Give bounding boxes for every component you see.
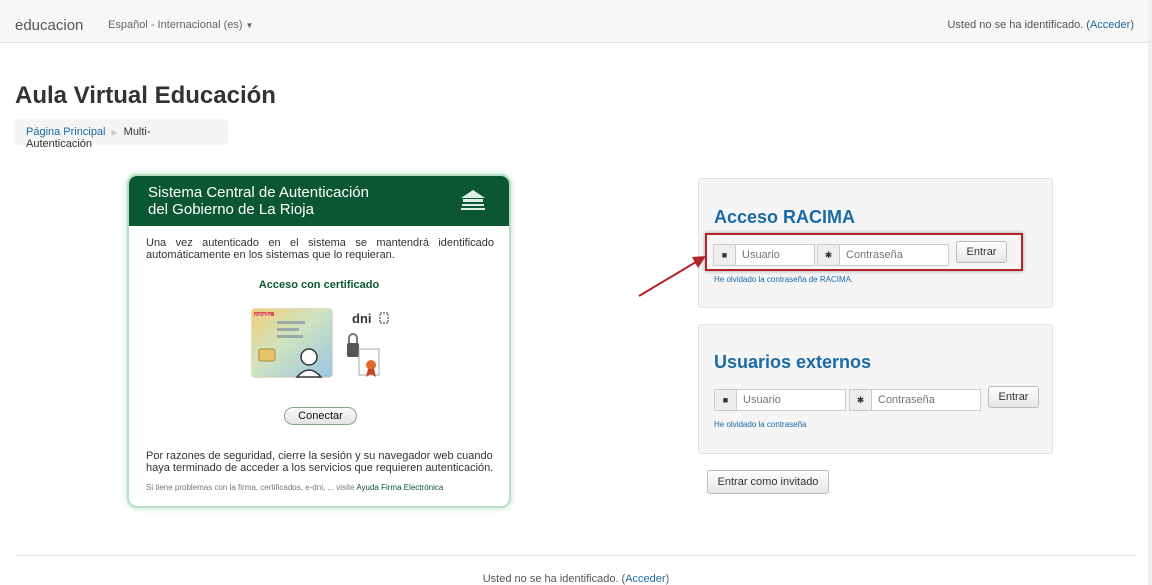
external-forgot-password-link[interactable]: He olvidado la contraseña — [714, 420, 807, 429]
cas-header: Sistema Central de Autenticación del Gob… — [129, 176, 509, 226]
external-username-input[interactable] — [737, 390, 845, 410]
guest-login-button[interactable]: Entrar como invitado — [707, 470, 829, 494]
rioja-logo-icon — [461, 190, 485, 210]
cas-security-note: Por razones de seguridad, cierre la sesi… — [146, 450, 494, 474]
highlight-box — [705, 233, 1023, 271]
racima-heading: Acceso RACIMA — [714, 207, 856, 227]
user-icon: ■ — [715, 390, 737, 410]
footer-login-suffix: ) — [665, 573, 670, 585]
cas-help-text: Si tiene problemas con la firma, certifi… — [146, 483, 357, 492]
login-info-suffix: ) — [1130, 19, 1134, 31]
breadcrumb-home-link[interactable]: Página Principal — [26, 126, 106, 138]
footer-login-text: Usted no se ha identificado. ( — [482, 573, 626, 585]
breadcrumb: Página Principal ▶ Multi-Autenticación — [14, 119, 228, 150]
login-link[interactable]: Acceder — [1090, 19, 1130, 31]
footer-login-info: Usted no se ha identificado. (Acceder) — [0, 573, 1152, 585]
asterisk-icon: ✱ — [850, 390, 872, 410]
cas-intro-text: Una vez autenticado en el sistema se man… — [146, 237, 494, 261]
card-label: ESPAÑA — [255, 312, 271, 317]
login-info: Usted no se ha identificado. (Acceder) — [947, 19, 1134, 31]
cas-certificate-title: Acceso con certificado — [258, 279, 380, 291]
navbar: educacion Español - Internacional (es) ▼ … — [0, 0, 1152, 43]
external-login-panel: Usuarios externos ■ ✱ Entrar He olvidado… — [698, 324, 1053, 454]
page-title: Aula Virtual Educación — [15, 82, 276, 109]
page-scrollbar[interactable] — [1148, 0, 1152, 585]
footer-divider — [15, 555, 1135, 556]
cas-title-line2: del Gobierno de La Rioja — [148, 201, 314, 218]
breadcrumb-separator-icon: ▶ — [111, 128, 118, 137]
external-password-field[interactable]: ✱ — [849, 389, 981, 411]
dni-certificate-illustration: ESPAÑA dni — [251, 308, 389, 378]
language-selector[interactable]: Español - Internacional (es) ▼ — [108, 19, 253, 31]
login-info-text: Usted no se ha identificado. ( — [947, 19, 1090, 31]
caret-down-icon: ▼ — [245, 21, 254, 30]
firma-help-link[interactable]: Ayuda Firma Electrónica — [356, 483, 443, 492]
cas-title-line1: Sistema Central de Autenticación — [148, 184, 369, 201]
external-submit-button[interactable]: Entrar — [988, 386, 1039, 408]
external-password-input[interactable] — [872, 390, 980, 410]
external-username-field[interactable]: ■ — [714, 389, 846, 411]
external-heading: Usuarios externos — [714, 352, 872, 372]
racima-forgot-password-link[interactable]: He olvidado la contraseña de RACIMA. — [714, 275, 853, 284]
connect-button[interactable]: Conectar — [284, 407, 357, 425]
site-brand-link[interactable]: educacion — [15, 17, 83, 34]
footer-login-link[interactable]: Acceder — [625, 573, 665, 585]
cas-help: Si tiene problemas con la firma, certifi… — [146, 483, 443, 492]
cas-login-box: Sistema Central de Autenticación del Gob… — [127, 174, 511, 508]
language-label: Español - Internacional (es) — [108, 19, 243, 31]
cas-title: Sistema Central de Autenticación del Gob… — [148, 184, 408, 218]
dni-logo-text: dni — [352, 311, 372, 326]
red-arrow-annotation — [638, 256, 706, 297]
